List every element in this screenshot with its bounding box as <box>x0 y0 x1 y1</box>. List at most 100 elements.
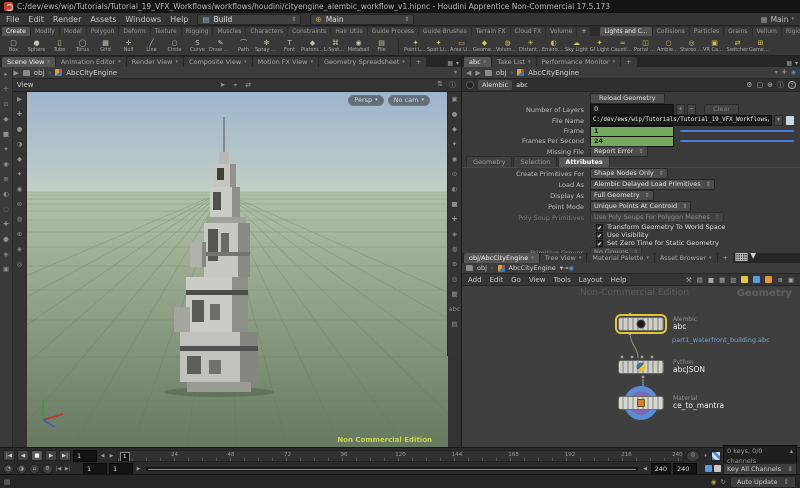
pane-menu-icon[interactable]: ▦ <box>786 60 792 67</box>
shelf-tab[interactable]: Model <box>60 27 86 36</box>
parameter-select[interactable]: Full Geometry⇕ <box>590 190 654 201</box>
parameter-select[interactable]: Shape Nodes Only⇕ <box>590 168 668 179</box>
toolbar-icon[interactable]: ✚ <box>17 107 22 122</box>
viewport-help-icon[interactable]: ⓘ <box>449 80 456 90</box>
toolbar-icon[interactable]: ● <box>17 122 23 137</box>
frame-all-icon[interactable]: ▣ <box>788 276 794 284</box>
network-menu-item[interactable]: Edit <box>490 276 504 284</box>
shelf-tool[interactable]: ◉ Metaball <box>347 39 370 53</box>
shelf-tab[interactable]: Modify <box>31 27 59 36</box>
timeline[interactable]: 1 24487296120144168192216240 <box>117 450 684 462</box>
pane-tab[interactable]: Asset Browser▾ <box>655 253 717 263</box>
scoped-channels-icon[interactable] <box>705 465 712 472</box>
grid-snap-icon[interactable]: ▦ <box>719 276 725 284</box>
shelf-tool[interactable]: ◆ Geometry Light <box>473 39 496 53</box>
toolbar-icon[interactable]: ⊕ <box>3 172 8 187</box>
shelf-tool[interactable]: ✦ GI Light <box>588 39 611 53</box>
badge-orange-icon[interactable] <box>765 276 772 283</box>
sync-icon[interactable]: ◉ <box>568 264 574 272</box>
frame-channel-slider[interactable] <box>680 130 794 132</box>
shelf-tool[interactable]: ▤ File <box>370 39 393 53</box>
tab-dropdown-icon[interactable]: ▾ <box>646 253 649 263</box>
pane-maximize-icon[interactable]: ▾ <box>456 60 459 67</box>
shelf-tab[interactable]: Deform <box>119 27 149 36</box>
key-all-channels-select[interactable]: Key All Channels⇕ <box>723 463 797 475</box>
breadcrumb-root[interactable]: obj <box>477 264 487 272</box>
display-option-icon[interactable]: ✦ <box>452 137 457 152</box>
parameter-tab[interactable]: Geometry <box>466 156 512 167</box>
output-port[interactable] <box>641 375 645 379</box>
pane-tab[interactable]: Take List▾ <box>492 57 535 67</box>
update-mode-select[interactable]: Auto Update⇕ <box>730 476 796 488</box>
node-abc[interactable]: Alembicabc <box>618 317 664 331</box>
layers-input[interactable]: 0 <box>590 104 674 115</box>
message-log-icon[interactable]: ▤ <box>4 478 10 486</box>
shelf-tool[interactable]: ▯ Tube <box>48 39 71 53</box>
shelf-tool[interactable]: T Font <box>278 39 301 53</box>
shelf-tool[interactable]: ▢ Box <box>2 39 25 53</box>
stop-button[interactable]: ■ <box>31 450 43 461</box>
pane-tab[interactable]: Performance Monitor▾ <box>537 57 620 67</box>
display-option-icon[interactable]: ◆ <box>452 122 457 137</box>
toolbar-icon[interactable]: ✦ <box>17 167 22 182</box>
camera-projection-menu[interactable]: Persp▾ <box>348 95 383 106</box>
badge-blue-icon[interactable] <box>753 276 760 283</box>
playback-range-end-field[interactable]: 240 <box>651 463 671 475</box>
shelf-tool[interactable]: ○ Ambient Light <box>657 39 680 53</box>
shelf-tool[interactable]: ⌘ L-System <box>324 39 347 53</box>
menu-item[interactable]: Windows <box>125 15 161 24</box>
display-option-icon[interactable]: ◈ <box>452 227 457 242</box>
layout-toggle-icon[interactable]: ⇅ <box>437 80 443 90</box>
toolbar-icon[interactable]: ▣ <box>3 262 9 277</box>
add-pane-tab-button[interactable]: + <box>621 57 636 67</box>
frame-decrement-icon[interactable]: ◀ <box>99 453 106 459</box>
shelf-tool[interactable]: ◎ Stereo Camera <box>680 39 703 53</box>
drag-icon[interactable]: ⇄ <box>245 81 251 90</box>
display-option-icon[interactable]: ◉ <box>452 152 458 167</box>
pane-controls[interactable]: ▦▾ <box>786 60 798 67</box>
shelf-tab[interactable]: Lights and C... <box>600 27 651 36</box>
decrement-icon[interactable]: − <box>687 104 696 115</box>
tools-icon[interactable]: ⚒ <box>686 276 692 284</box>
shelf-tab[interactable]: Terrain FX <box>472 27 510 36</box>
input-port[interactable] <box>630 355 634 359</box>
parameter-tab[interactable]: Selection <box>513 156 557 167</box>
toolbar-icon[interactable]: ● <box>3 232 9 247</box>
display-option-icon[interactable]: ✚ <box>452 212 457 227</box>
shelf-tab[interactable]: Guide Brushes <box>419 27 471 36</box>
shelf-tool[interactable]: ✎ Draw Curve <box>209 39 232 53</box>
toolbar-icon[interactable]: ◑ <box>17 137 23 152</box>
add-shelf-tab-button[interactable]: + <box>577 27 590 36</box>
shelf-tool[interactable]: ◐ Environment Light <box>542 39 565 53</box>
fps-input[interactable]: 24 <box>590 136 674 147</box>
view-tool-label[interactable]: View <box>17 81 34 89</box>
tab-dropdown-icon[interactable]: ▾ <box>579 253 582 263</box>
pane-tab[interactable]: abc▾ <box>464 57 491 67</box>
display-option-icon[interactable]: ⊙ <box>452 167 457 182</box>
frame-input[interactable]: 1 <box>590 126 674 137</box>
toolbar-icon[interactable]: ◌ <box>3 202 9 217</box>
help-icon[interactable]: ? <box>788 81 796 89</box>
gear-icon[interactable]: ⚙ <box>746 81 752 89</box>
range-handle-right-icon[interactable]: ◀ <box>642 466 649 472</box>
increment-icon[interactable]: + <box>676 104 685 115</box>
input-port[interactable] <box>640 355 644 359</box>
shelf-tab[interactable]: Particles <box>690 27 723 36</box>
toolbar-icon[interactable]: ◉ <box>3 157 9 172</box>
shelf-tool[interactable]: ◆ Platonic Solids <box>301 39 324 53</box>
frame-increment-icon[interactable]: ▶ <box>108 453 115 459</box>
path-dropdown-icon[interactable]: ▾ <box>775 69 778 76</box>
pane-tab[interactable]: Composite View▾ <box>184 57 252 67</box>
file-menu-icon[interactable]: ▾ <box>774 115 783 126</box>
pane-maximize-icon[interactable]: ▾ <box>749 253 757 263</box>
range-end-icon[interactable]: ▶| <box>64 466 71 472</box>
tab-dropdown-icon[interactable]: ▾ <box>531 253 534 263</box>
info-icon[interactable]: ⓘ <box>777 80 784 90</box>
look-through-camera-menu[interactable]: No cam▾ <box>388 95 430 106</box>
network-menu-item[interactable]: Go <box>511 276 521 284</box>
shelf-tool[interactable]: ◯ Torus <box>71 39 94 53</box>
pane-menu-icon[interactable]: ▦ <box>447 60 453 67</box>
layout-icon[interactable]: ▥ <box>730 276 736 284</box>
global-range-end-field[interactable]: 240 <box>673 463 697 475</box>
display-option-icon[interactable]: ⊕ <box>452 257 457 272</box>
